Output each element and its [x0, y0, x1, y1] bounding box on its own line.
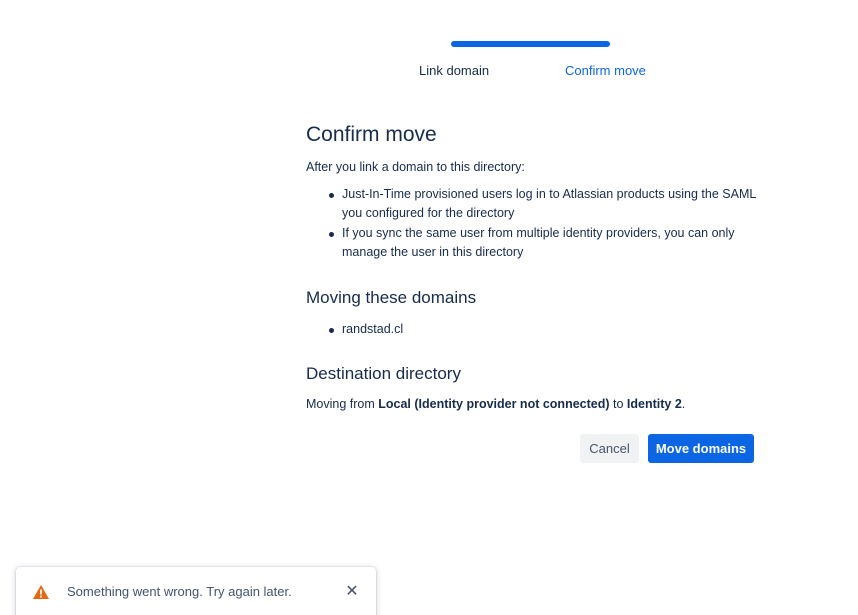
target-directory: Identity 2: [626, 397, 682, 411]
source-directory: Local (Identity provider not connected): [378, 397, 610, 411]
cancel-button[interactable]: Cancel: [580, 434, 639, 463]
destination-middle: to: [609, 397, 627, 411]
move-domains-button[interactable]: Move domains: [648, 434, 754, 463]
flag-message: Something went wrong. Try again later.: [67, 584, 292, 599]
domains-heading: Moving these domains: [306, 288, 477, 307]
close-icon[interactable]: ✕: [343, 583, 361, 601]
destination-prefix: Moving from: [306, 397, 379, 411]
destination-heading: Destination directory: [306, 364, 461, 383]
error-flag: Something went wrong. Try again later. ✕: [16, 567, 376, 615]
domain-item: randstad.cl: [329, 320, 756, 339]
action-buttons: Cancel Move domains: [580, 434, 754, 463]
step-link-domain: Link domain: [419, 63, 490, 78]
progress-steps: Link domain Confirm move: [400, 63, 700, 83]
rules-list: Just-In-Time provisioned users log in to…: [306, 185, 756, 262]
destination-text: Moving from Local (Identity provider not…: [306, 395, 756, 414]
list-item: If you sync the same user from multiple …: [329, 224, 756, 262]
list-item: Just-In-Time provisioned users log in to…: [329, 185, 756, 223]
warning-icon: [33, 585, 49, 599]
intro-text: After you link a domain to this director…: [306, 160, 525, 174]
step-confirm-move: Confirm move: [565, 63, 646, 78]
destination-suffix: .: [681, 397, 686, 411]
domains-list: randstad.cl: [306, 320, 756, 339]
progress-bar: [451, 41, 610, 47]
main-content: Confirm move After you link a domain to …: [306, 122, 756, 414]
page-title: Confirm move: [306, 123, 437, 146]
